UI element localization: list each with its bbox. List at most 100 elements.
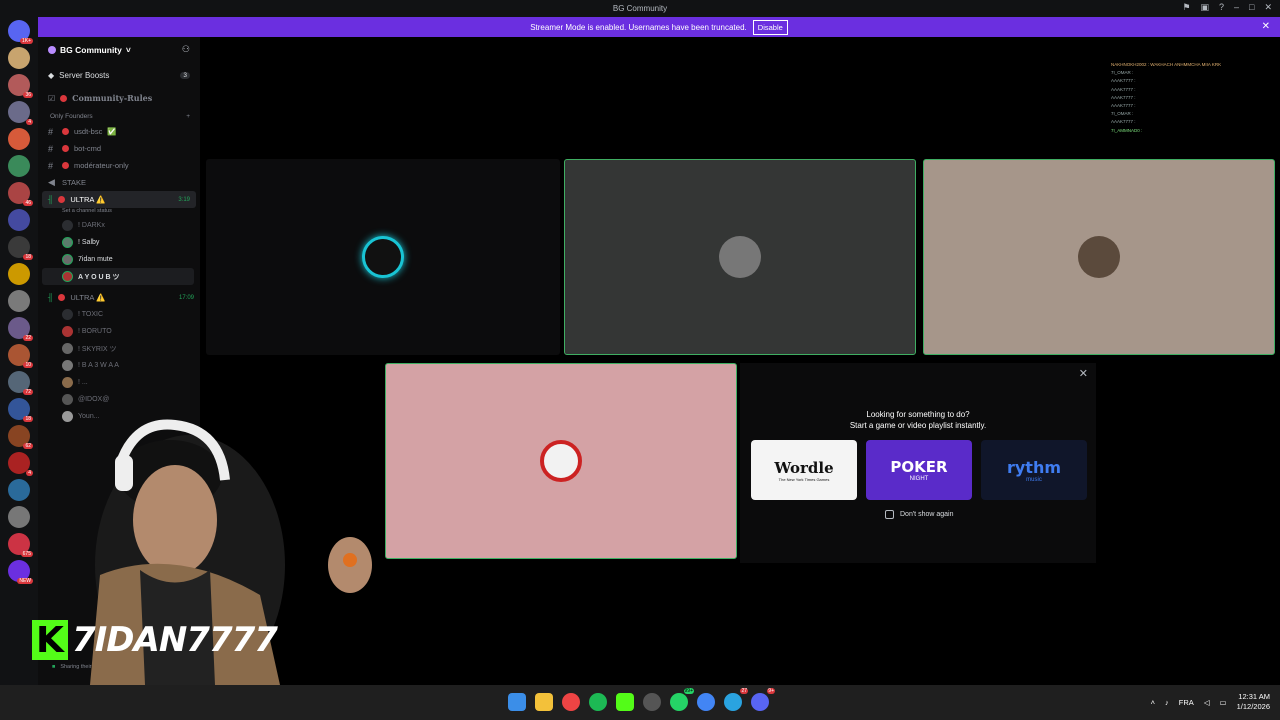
- hash-icon: #: [48, 143, 54, 154]
- chevron-up-icon[interactable]: ˄: [1151, 698, 1155, 707]
- voice-member[interactable]: ! ...: [38, 374, 200, 391]
- speaker-icon[interactable]: ◁: [1204, 698, 1210, 707]
- add-member-icon[interactable]: ⚇: [182, 44, 190, 55]
- activity-card-wordle[interactable]: Wordle The New York Times Games: [751, 440, 857, 500]
- create-channel-icon[interactable]: +: [186, 113, 190, 120]
- dont-show-label: Don't show again: [900, 511, 954, 518]
- server-mention-badge: 36: [23, 92, 33, 98]
- channel-label: modérateur-only: [74, 161, 129, 170]
- close-banner-icon[interactable]: ✕: [1262, 21, 1270, 32]
- server-icon[interactable]: 1K+: [8, 20, 33, 44]
- no-entry-icon: [62, 145, 69, 152]
- voice-member[interactable]: ! DARKx: [38, 217, 200, 234]
- voice-member[interactable]: ! B A 3 W A A: [38, 357, 200, 374]
- server-icon[interactable]: 22: [8, 317, 33, 341]
- avatar: [62, 343, 73, 354]
- card-title: rythm: [1006, 457, 1062, 477]
- inbox-icon[interactable]: ⚑: [1182, 2, 1190, 13]
- voice-member[interactable]: 7idan mute: [38, 251, 200, 268]
- server-icon[interactable]: 10: [8, 344, 33, 368]
- server-icon[interactable]: 4: [8, 101, 33, 125]
- minimize-icon[interactable]: –: [1234, 2, 1239, 13]
- close-window-icon[interactable]: ✕: [1264, 2, 1272, 13]
- whatsapp-icon[interactable]: 99+: [670, 688, 694, 711]
- screen-icon[interactable]: ▣: [1200, 2, 1209, 13]
- server-boosts-item[interactable]: ◆ Server Boosts 3: [38, 63, 200, 87]
- voice-channel-ultra-1[interactable]: ╢ ULTRA ⚠️ 3:19: [42, 191, 196, 208]
- avatar: [62, 237, 73, 248]
- activity-card-rythm[interactable]: rythm music: [981, 440, 1087, 500]
- channel-label: bot-cmd: [74, 144, 102, 153]
- guild-header[interactable]: BG Community ˅: [38, 37, 200, 63]
- server-mention-badge: 18: [23, 254, 33, 260]
- voice-member[interactable]: ! Salby: [38, 234, 200, 251]
- activity-launcher: ✕ Looking for something to do? Start a g…: [740, 363, 1096, 563]
- battery-icon[interactable]: ▭: [1220, 698, 1227, 707]
- voice-member[interactable]: ! SKYRIX ツ: [38, 340, 200, 357]
- channel-label: usdt-bsc: [74, 127, 103, 136]
- member-name: ! TOXIC: [78, 311, 104, 318]
- checkbox-icon: ☑: [48, 93, 56, 103]
- window-title: BG Community: [612, 4, 668, 13]
- avatar: [1078, 236, 1120, 278]
- megaphone-icon: ◀: [48, 177, 55, 187]
- server-boosts-label: Server Boosts: [59, 70, 110, 80]
- channel-usdt-bsc[interactable]: # usdt-bsc ✅: [38, 123, 200, 140]
- server-icon[interactable]: [8, 263, 30, 285]
- server-icon[interactable]: [8, 290, 30, 312]
- participant-tile[interactable]: [564, 159, 916, 355]
- close-icon[interactable]: ✕: [1079, 367, 1088, 380]
- dont-show-again[interactable]: Don't show again: [885, 510, 953, 519]
- channel-status-prompt[interactable]: Set a channel status: [38, 208, 200, 217]
- server-icon[interactable]: [8, 128, 30, 150]
- channel-stake[interactable]: ◀ STAKE: [38, 174, 200, 191]
- chat-message: 7I_OMAR :: [1111, 111, 1134, 117]
- clock[interactable]: 12:31 AM 1/12/2026: [1237, 692, 1270, 712]
- telegram-icon[interactable]: 27: [724, 688, 748, 711]
- server-icon[interactable]: [8, 47, 30, 69]
- discord-icon[interactable]: 9+: [751, 688, 775, 711]
- activity-card-poker[interactable]: POKER NIGHT: [866, 440, 972, 500]
- language-indicator[interactable]: FRA: [1179, 698, 1194, 707]
- channel-label: ULTRA ⚠️: [70, 293, 106, 302]
- voice-channel-ultra-2[interactable]: ╢ ULTRA ⚠️ 17:09: [38, 289, 200, 306]
- server-icon[interactable]: 46: [8, 182, 33, 206]
- channel-bot-cmd[interactable]: # bot-cmd: [38, 140, 200, 157]
- browser-icon[interactable]: [697, 693, 715, 711]
- disable-streamer-mode-button[interactable]: Disable: [752, 19, 788, 35]
- voice-member[interactable]: ! BORUTO: [38, 323, 200, 340]
- app-icon[interactable]: [643, 693, 661, 711]
- participant-tile[interactable]: [923, 159, 1275, 355]
- participant-tile[interactable]: [206, 159, 560, 355]
- chrome-icon[interactable]: [562, 693, 580, 711]
- voice-member[interactable]: ! TOXIC: [38, 306, 200, 323]
- avatar: [62, 309, 73, 320]
- participant-tile[interactable]: [385, 363, 737, 559]
- microphone-icon[interactable]: ♪: [1165, 698, 1169, 707]
- card-subtitle: The New York Times Games: [778, 476, 830, 482]
- server-icon[interactable]: [8, 155, 30, 177]
- maximize-icon[interactable]: □: [1249, 2, 1254, 13]
- activity-heading: Looking for something to do? Start a gam…: [740, 409, 1096, 431]
- avatar: [540, 440, 582, 482]
- windows-start-icon[interactable]: [508, 693, 526, 711]
- channel-moderateur-only[interactable]: # modérateur-only: [38, 157, 200, 174]
- avatar: [719, 236, 761, 278]
- avatar: [62, 326, 73, 337]
- help-icon[interactable]: ?: [1219, 2, 1224, 13]
- voice-member[interactable]: A Y O U B ツ: [42, 268, 194, 285]
- server-icon[interactable]: 18: [8, 236, 33, 260]
- server-icon[interactable]: [8, 209, 30, 231]
- windows-taskbar: 99+ 27 9+ ˄ ♪ FRA ◁ ▭ 12:31 AM 1/12/2026: [0, 685, 1280, 720]
- checkbox[interactable]: [885, 510, 894, 519]
- whatsapp-badge: 99+: [683, 688, 694, 694]
- server-icon[interactable]: 36: [8, 74, 33, 98]
- streaming-app-icon[interactable]: [616, 693, 634, 711]
- member-name: A Y O U B ツ: [78, 273, 120, 281]
- channel-community-rules[interactable]: ☑ Community-Rules: [38, 87, 200, 109]
- category-only-founders[interactable]: Only Founders +: [38, 109, 200, 123]
- server-icon[interactable]: 72: [8, 371, 33, 395]
- voice-activity-icon: ╢: [48, 293, 54, 302]
- spotify-icon[interactable]: [589, 693, 607, 711]
- file-explorer-icon[interactable]: [535, 693, 553, 711]
